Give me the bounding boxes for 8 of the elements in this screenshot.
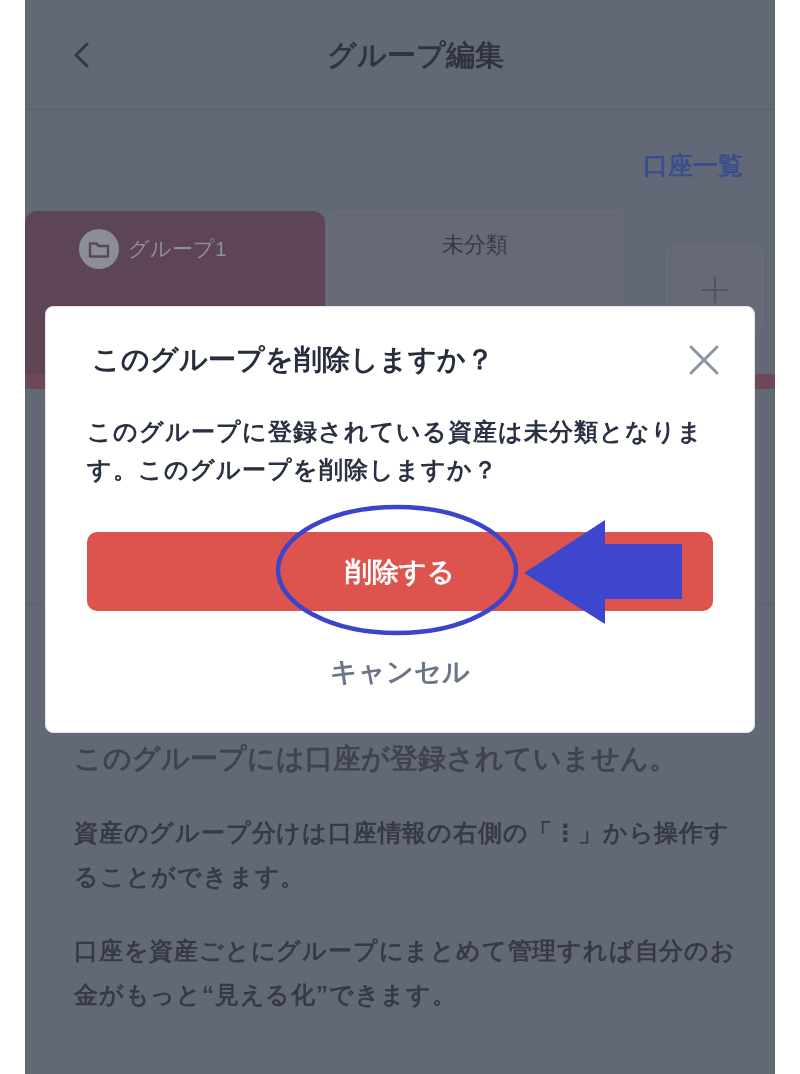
highlight-ellipse-icon	[275, 504, 519, 636]
dialog-message: このグループに登録されている資産は未分類となります。このグループを削除しますか？	[87, 417, 704, 485]
cancel-button[interactable]: キャンセル	[326, 655, 474, 690]
close-icon	[689, 345, 719, 375]
plus-icon	[700, 276, 729, 304]
left-arrow-icon	[524, 520, 682, 624]
close-button[interactable]	[688, 344, 720, 376]
folder-icon	[79, 229, 119, 269]
